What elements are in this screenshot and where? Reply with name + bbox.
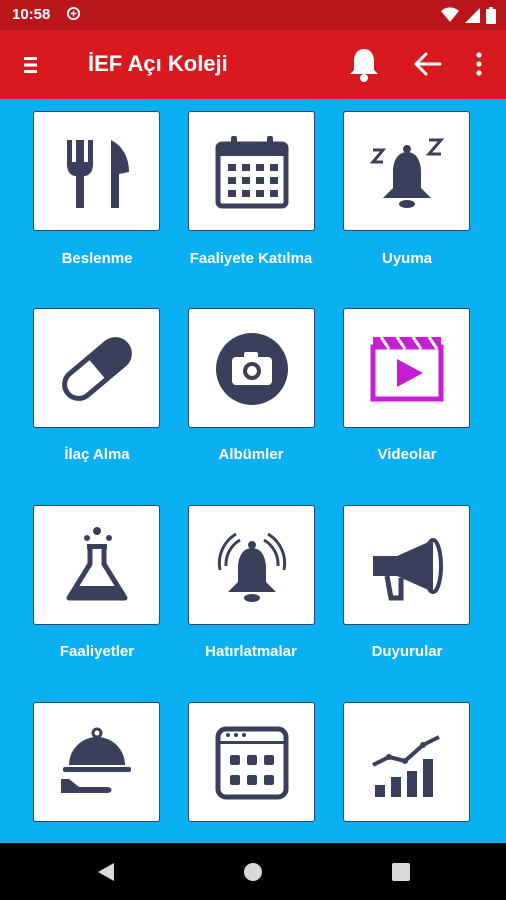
tile-hatirlatmalar[interactable]	[188, 505, 315, 625]
wifi-icon	[441, 7, 459, 23]
app-bar: İEF Açı Koleji	[0, 30, 506, 99]
food-tray-icon	[61, 727, 131, 793]
tile-label: Beslenme	[61, 250, 133, 267]
tile-label: Hatırlatmalar	[205, 643, 297, 660]
signal-icon	[465, 8, 480, 23]
home-circle-icon[interactable]	[242, 861, 264, 883]
schedule-icon	[215, 726, 289, 800]
tile-label: İlaç Alma	[64, 446, 130, 463]
fork-knife-icon	[67, 140, 129, 208]
tile-food-service[interactable]	[33, 702, 160, 822]
more-vert-icon[interactable]	[468, 48, 490, 80]
tile-albumler[interactable]	[188, 308, 315, 428]
status-bar: 10:58	[0, 0, 506, 30]
tile-videolar[interactable]	[343, 308, 470, 428]
menu-icon[interactable]	[18, 50, 48, 80]
data-saver-icon	[66, 6, 81, 21]
growth-chart-icon	[372, 735, 440, 797]
camera-icon	[216, 333, 288, 405]
tile-label: Duyurular	[371, 643, 443, 660]
tile-duyurular[interactable]	[343, 505, 470, 625]
sleep-bell-icon	[369, 138, 445, 208]
tile-uyuma[interactable]	[343, 111, 470, 231]
tile-ilac-alma[interactable]	[33, 308, 160, 428]
tile-growth[interactable]	[343, 702, 470, 822]
flask-icon	[66, 527, 128, 601]
video-clapper-icon	[370, 336, 444, 402]
calendar-icon	[215, 136, 289, 209]
tile-label: Videolar	[377, 446, 437, 463]
battery-icon	[486, 6, 496, 24]
back-arrow-icon[interactable]	[410, 47, 444, 81]
system-nav-bar	[0, 843, 506, 900]
tile-label: Uyuma	[381, 250, 433, 267]
menu-grid: Beslenme Faaliyete Katılma Uyuma İlaç Al…	[0, 99, 506, 843]
pill-icon	[62, 337, 132, 401]
megaphone-icon	[373, 538, 443, 601]
app-title: İEF Açı Koleji	[88, 51, 228, 76]
status-time: 10:58	[12, 6, 51, 23]
recents-square-icon[interactable]	[390, 861, 412, 883]
tile-beslenme[interactable]	[33, 111, 160, 231]
tile-label: Faaliyetler	[59, 643, 135, 660]
bell-icon[interactable]	[345, 45, 383, 83]
tile-label: Albümler	[218, 446, 284, 463]
back-triangle-icon[interactable]	[94, 861, 116, 883]
tile-faaliyete-katilma[interactable]	[188, 111, 315, 231]
tile-label: Faaliyete Katılma	[189, 250, 313, 267]
tile-schedule[interactable]	[188, 702, 315, 822]
tile-faaliyetler[interactable]	[33, 505, 160, 625]
ringing-bell-icon	[217, 532, 287, 602]
